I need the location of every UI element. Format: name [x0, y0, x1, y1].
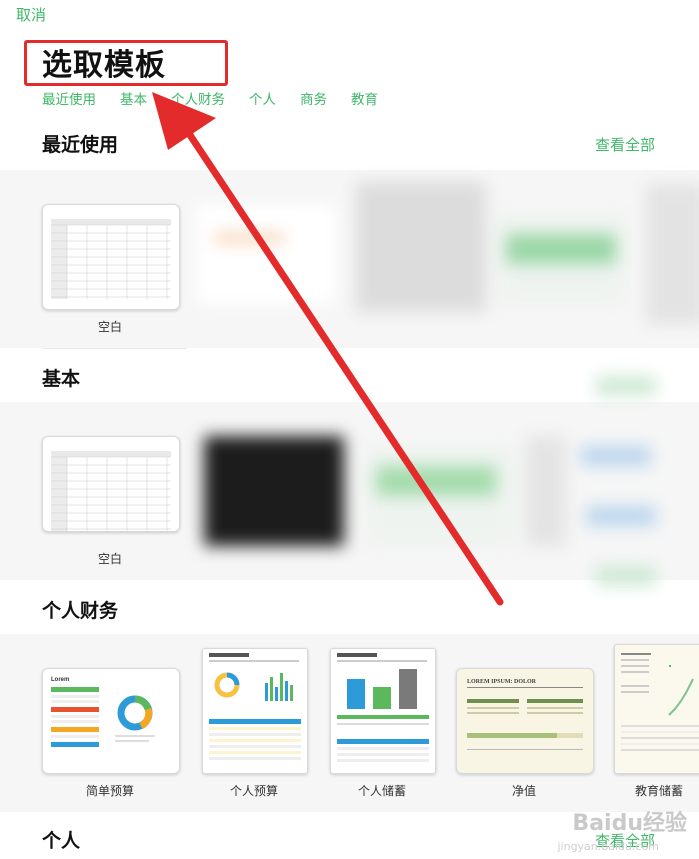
watermark-url: jingyan.baidu.com — [557, 840, 659, 853]
watermark-logo: Baidu经验 — [572, 811, 687, 836]
annotation-arrow-icon — [152, 92, 504, 606]
